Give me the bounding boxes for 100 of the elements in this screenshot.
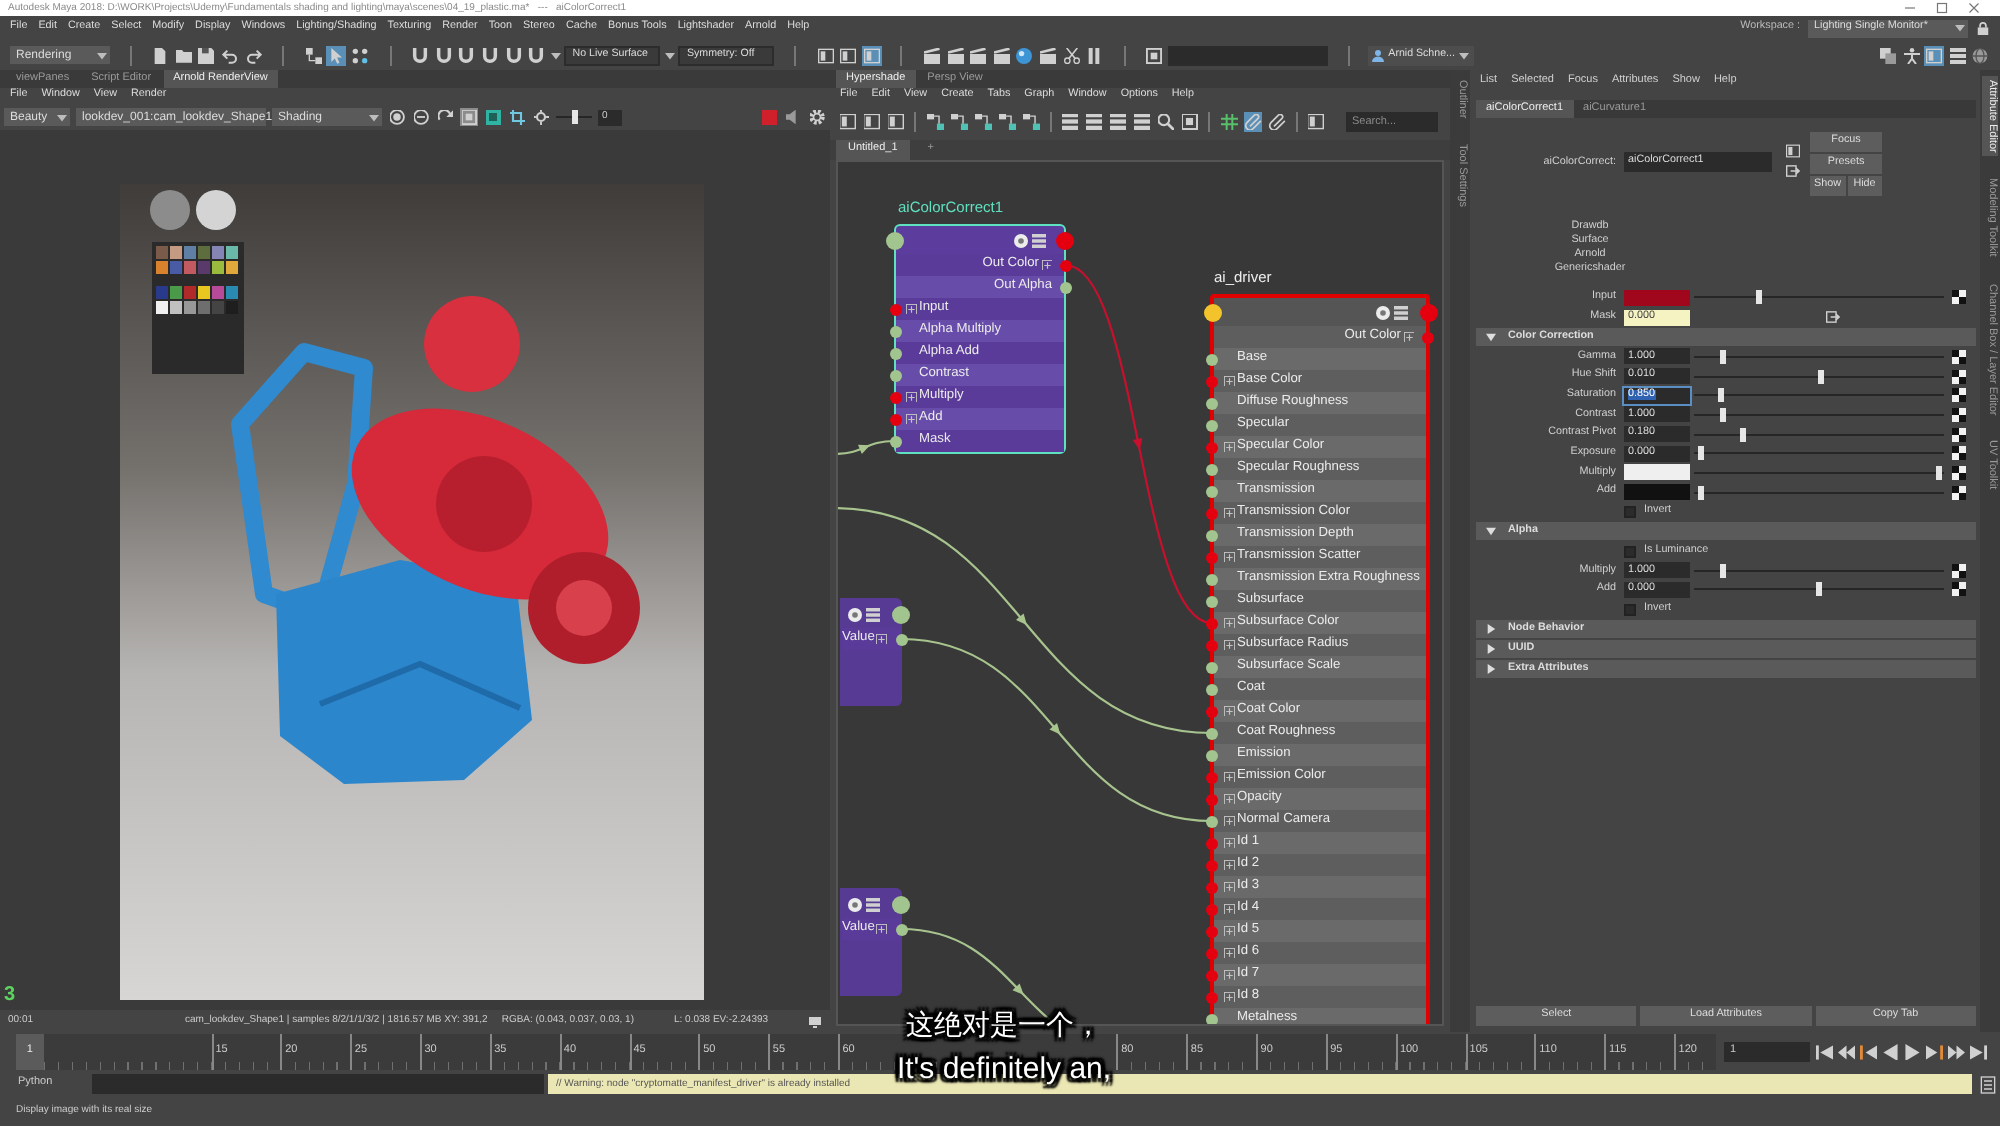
figure-icon[interactable] <box>1901 45 1921 65</box>
rows-icon[interactable] <box>1947 45 1967 65</box>
port-icon[interactable] <box>1203 303 1221 321</box>
script-icon[interactable] <box>1980 1075 1996 1093</box>
globe-icon[interactable] <box>1970 45 1990 65</box>
expand-icon[interactable] <box>1224 639 1235 651</box>
ring-icon[interactable] <box>1014 233 1028 247</box>
expand-icon[interactable] <box>906 413 917 425</box>
slider-thumb[interactable] <box>1755 290 1761 305</box>
checker-icon[interactable] <box>1952 427 1966 442</box>
cursor-icon[interactable] <box>326 45 347 65</box>
panel-icon[interactable] <box>861 45 882 65</box>
grid-icon[interactable] <box>1219 112 1238 132</box>
nodes-icon[interactable] <box>973 112 992 132</box>
close-icon[interactable] <box>1968 2 1980 14</box>
expand-icon[interactable] <box>906 391 917 403</box>
slider-thumb[interactable] <box>1718 388 1725 403</box>
slider-thumb[interactable] <box>1720 407 1727 422</box>
color-swatch-icon[interactable] <box>1624 464 1690 481</box>
refresh-icon[interactable] <box>436 108 454 126</box>
slider-thumb[interactable] <box>1698 485 1705 500</box>
scissors-icon[interactable] <box>1061 45 1082 65</box>
nodes-icon[interactable] <box>925 112 944 132</box>
input-field[interactable] <box>1167 45 1328 65</box>
layers-icon[interactable] <box>1878 45 1898 65</box>
rows-icon[interactable] <box>1132 112 1151 132</box>
rows-icon[interactable] <box>1084 112 1103 132</box>
node-card[interactable] <box>1210 294 1430 1024</box>
rows-icon[interactable] <box>1032 233 1046 247</box>
checker-icon[interactable] <box>1952 290 1966 305</box>
settings-icon[interactable] <box>808 108 826 126</box>
checkbox[interactable] <box>1624 603 1636 616</box>
maximize-icon[interactable] <box>1936 2 1948 14</box>
paperclip-icon[interactable] <box>1267 112 1286 132</box>
checker-icon[interactable] <box>1952 563 1966 578</box>
nodes-icon[interactable] <box>1021 112 1040 132</box>
expand-icon[interactable] <box>1224 947 1235 959</box>
target-icon[interactable] <box>388 108 406 126</box>
expand-icon[interactable] <box>1224 507 1235 519</box>
rows-icon[interactable] <box>866 897 880 911</box>
panel-icon[interactable] <box>1306 112 1325 132</box>
lock-icon[interactable] <box>1976 20 1990 36</box>
expand-icon[interactable] <box>1224 375 1235 387</box>
magnet-icon[interactable] <box>456 45 477 65</box>
frame-icon[interactable] <box>1180 112 1199 132</box>
expand-icon[interactable] <box>1224 705 1235 717</box>
slider-thumb[interactable] <box>571 110 577 124</box>
expand-icon[interactable] <box>1224 617 1235 629</box>
magnet-icon[interactable] <box>433 45 454 65</box>
minus-circle-icon[interactable] <box>412 108 430 126</box>
speaker-icon[interactable] <box>784 108 802 126</box>
slider-thumb[interactable] <box>1818 369 1825 384</box>
rewind-icon[interactable] <box>1838 1043 1855 1061</box>
checkbox[interactable] <box>1624 505 1636 518</box>
ring-icon[interactable] <box>848 607 862 621</box>
caret-icon[interactable] <box>663 49 676 61</box>
expand-icon[interactable] <box>1224 925 1235 937</box>
ring-icon[interactable] <box>848 897 862 911</box>
framed-square-icon[interactable] <box>484 108 502 126</box>
expand-icon[interactable] <box>1224 793 1235 805</box>
panel-icon[interactable] <box>838 45 859 65</box>
magnet-icon[interactable] <box>410 45 431 65</box>
expand-icon[interactable] <box>906 303 917 315</box>
rows-icon[interactable] <box>1394 305 1408 319</box>
clapperboard-icon[interactable] <box>968 45 989 65</box>
rows-icon[interactable] <box>1060 112 1079 132</box>
expand-icon[interactable] <box>1224 859 1235 871</box>
document-icon[interactable] <box>150 45 171 65</box>
search-icon[interactable] <box>1156 112 1175 132</box>
panel-icon[interactable] <box>838 112 857 132</box>
color-swatch-icon[interactable] <box>1624 289 1690 306</box>
slider-track[interactable] <box>1694 349 1944 364</box>
expand-icon[interactable] <box>1224 991 1235 1003</box>
previous-key-icon[interactable] <box>1860 1043 1877 1061</box>
slider-thumb[interactable] <box>1698 446 1705 461</box>
nodes-icon[interactable] <box>949 112 968 132</box>
next-key-icon[interactable] <box>1926 1043 1943 1061</box>
slider-thumb[interactable] <box>1816 582 1822 597</box>
clapperboard-icon[interactable] <box>1038 45 1058 65</box>
expand-icon[interactable] <box>1041 259 1052 271</box>
caret-icon[interactable] <box>549 49 562 61</box>
clapperboard-icon[interactable] <box>922 45 943 65</box>
undo-icon[interactable] <box>219 45 240 65</box>
rows-icon[interactable] <box>1108 112 1127 132</box>
expand-icon[interactable] <box>1224 551 1235 563</box>
panel-icon[interactable] <box>862 112 881 132</box>
hierarchy-icon[interactable] <box>303 45 324 65</box>
expand-icon[interactable] <box>1224 969 1235 981</box>
panel-icon[interactable] <box>1924 45 1944 65</box>
slider-thumb[interactable] <box>1720 563 1727 578</box>
box-arrow-icon[interactable] <box>1826 310 1840 325</box>
color-swatch-icon[interactable] <box>1624 484 1690 501</box>
sun-icon[interactable] <box>532 108 550 126</box>
port-icon[interactable] <box>886 231 904 249</box>
rows-icon[interactable] <box>866 607 880 621</box>
skip-to-start-icon[interactable] <box>1816 1043 1833 1061</box>
command-input-field[interactable] <box>92 1074 544 1094</box>
panel-icon[interactable] <box>886 112 905 132</box>
slider-track[interactable] <box>1694 465 1944 480</box>
frame-icon[interactable] <box>1144 45 1165 65</box>
